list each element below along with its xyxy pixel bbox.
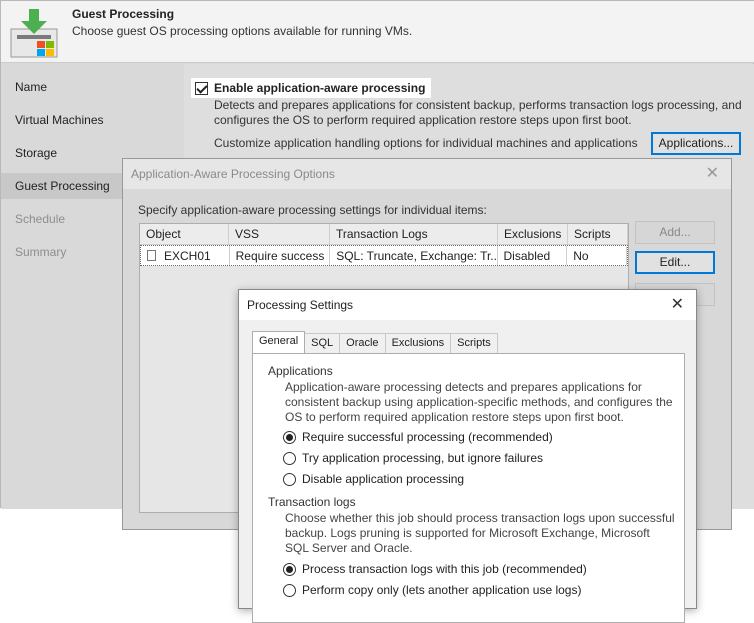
general-tab-pane: Applications Application-aware processin… bbox=[252, 353, 685, 623]
column-header-vss[interactable]: VSS bbox=[229, 224, 330, 244]
radio-dot[interactable] bbox=[283, 562, 296, 576]
transaction-logs-heading: Transaction logs bbox=[268, 495, 356, 509]
process-logs-label: Process transaction logs with this job (… bbox=[302, 562, 587, 576]
column-header-transaction-logs[interactable]: Transaction Logs bbox=[330, 224, 498, 244]
tab-scripts[interactable]: Scripts bbox=[450, 333, 498, 353]
try-processing-label: Try application processing, but ignore f… bbox=[302, 451, 544, 465]
row-vss: Require success bbox=[230, 246, 331, 265]
aap-dialog-titlebar: Application-Aware Processing Options ✕ bbox=[123, 159, 731, 189]
require-successful-label: Require successful processing (recommend… bbox=[302, 430, 553, 444]
processing-settings-dialog: Processing Settings ✕ General SQL Oracle… bbox=[238, 289, 697, 623]
enable-aap-checkbox-row[interactable]: Enable application-aware processing bbox=[191, 78, 432, 98]
wizard-title: Guest Processing bbox=[72, 7, 175, 21]
transaction-logs-description: Choose whether this job should process t… bbox=[285, 511, 675, 555]
add-button[interactable]: Add... bbox=[635, 221, 715, 244]
column-header-scripts[interactable]: Scripts bbox=[568, 224, 628, 244]
close-icon[interactable]: ✕ bbox=[671, 290, 684, 320]
wizard-subtitle: Choose guest OS processing options avail… bbox=[72, 24, 413, 38]
table-row[interactable]: EXCH01 Require success SQL: Truncate, Ex… bbox=[140, 245, 628, 266]
applications-button[interactable]: Applications... bbox=[651, 132, 741, 155]
radio-dot[interactable] bbox=[283, 451, 296, 465]
tab-strip: General SQL Oracle Exclusions Scripts bbox=[252, 331, 498, 353]
tab-general[interactable]: General bbox=[252, 331, 306, 353]
radio-dot[interactable] bbox=[283, 430, 296, 444]
row-transaction-logs: SQL: Truncate, Exchange: Tr... bbox=[330, 246, 498, 265]
processing-dialog-title: Processing Settings bbox=[247, 298, 354, 312]
try-processing-radio[interactable]: Try application processing, but ignore f… bbox=[283, 448, 550, 468]
vm-icon bbox=[147, 250, 156, 261]
processing-dialog-titlebar: Processing Settings ✕ bbox=[239, 290, 696, 320]
nav-item-name[interactable]: Name bbox=[1, 74, 184, 100]
row-object-cell: EXCH01 bbox=[141, 246, 230, 265]
aap-dialog-title: Application-Aware Processing Options bbox=[131, 167, 335, 181]
disable-processing-label: Disable application processing bbox=[302, 472, 465, 486]
column-header-exclusions[interactable]: Exclusions bbox=[498, 224, 568, 244]
enable-aap-label: Enable application-aware processing bbox=[214, 81, 426, 95]
tab-exclusions[interactable]: Exclusions bbox=[384, 333, 452, 353]
tab-oracle[interactable]: Oracle bbox=[339, 333, 386, 353]
enable-aap-description: Detects and prepares applications for co… bbox=[214, 98, 742, 127]
guest-processing-icon bbox=[10, 9, 58, 58]
nav-item-virtual-machines[interactable]: Virtual Machines bbox=[1, 107, 184, 133]
copy-only-label: Perform copy only (lets another applicat… bbox=[302, 583, 582, 597]
enable-aap-checkbox[interactable] bbox=[195, 81, 208, 95]
aap-dialog-label: Specify application-aware processing set… bbox=[138, 203, 487, 217]
require-successful-radio[interactable]: Require successful processing (recommend… bbox=[283, 427, 559, 447]
applications-description: Application-aware processing detects and… bbox=[285, 380, 673, 424]
applications-heading: Applications bbox=[268, 364, 333, 378]
tab-sql[interactable]: SQL bbox=[304, 333, 341, 353]
process-logs-radio[interactable]: Process transaction logs with this job (… bbox=[283, 559, 593, 579]
row-object: EXCH01 bbox=[164, 249, 211, 263]
copy-only-radio[interactable]: Perform copy only (lets another applicat… bbox=[283, 580, 588, 600]
radio-dot[interactable] bbox=[283, 472, 296, 486]
row-scripts: No bbox=[567, 246, 627, 265]
disable-processing-radio[interactable]: Disable application processing bbox=[283, 469, 471, 489]
wizard-header: Guest Processing Choose guest OS process… bbox=[1, 1, 754, 63]
radio-dot[interactable] bbox=[283, 583, 296, 597]
edit-button[interactable]: Edit... bbox=[635, 251, 715, 274]
close-icon[interactable]: ✕ bbox=[706, 159, 719, 189]
table-header: Object VSS Transaction Logs Exclusions S… bbox=[140, 224, 628, 245]
customize-label: Customize application handling options f… bbox=[214, 136, 638, 150]
column-header-object[interactable]: Object bbox=[140, 224, 229, 244]
row-exclusions: Disabled bbox=[498, 246, 568, 265]
